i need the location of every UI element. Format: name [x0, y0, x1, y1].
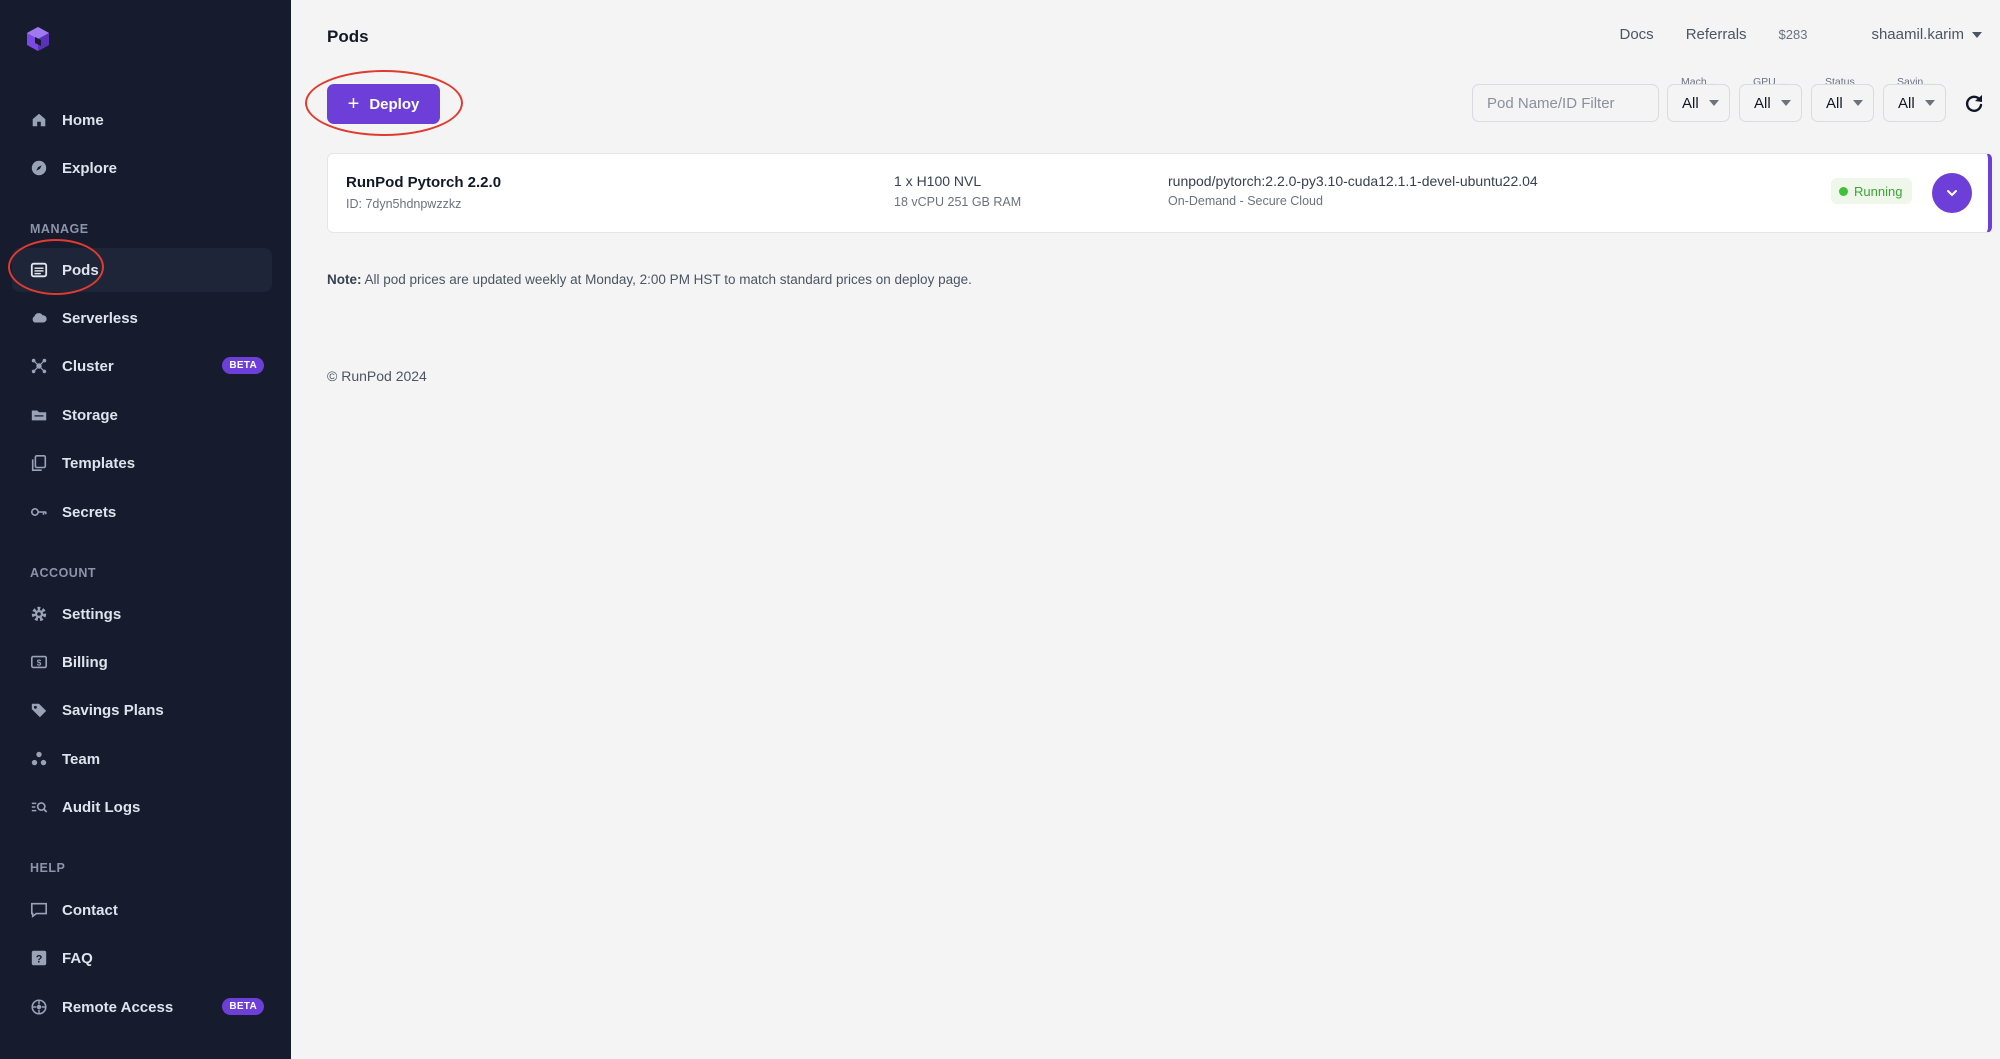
filter-gpu-select[interactable]: All [1739, 84, 1802, 122]
status-dot-icon [1839, 186, 1848, 196]
status-badge: Running [1831, 178, 1913, 204]
sidebar-item-label: FAQ [62, 949, 93, 967]
note-text: All pod prices are updated weekly at Mon… [361, 272, 972, 287]
refresh-icon[interactable] [1963, 92, 1985, 114]
pod-image: runpod/pytorch:2.2.0-py3.10-cuda12.1.1-d… [1168, 173, 1538, 189]
sidebar-item-home[interactable]: Home [12, 98, 272, 142]
cluster-icon [29, 356, 49, 376]
sidebar-item-label: Templates [62, 454, 136, 472]
plus-icon: + [347, 93, 360, 115]
filter-value: All [1754, 94, 1771, 112]
sidebar-item-remote-access[interactable]: Remote Access BETA [12, 985, 272, 1029]
sidebar-item-label: Billing [62, 653, 108, 671]
section-label-account: ACCOUNT [30, 566, 96, 580]
sidebar-item-label: Settings [62, 605, 122, 623]
filter-machine-select[interactable]: All [1667, 84, 1730, 122]
cloud-icon [29, 308, 49, 328]
sidebar-item-audit-logs[interactable]: Audit Logs [12, 785, 272, 829]
section-label-manage: MANAGE [30, 222, 89, 236]
copyright: © RunPod 2024 [327, 368, 427, 384]
sidebar-item-label: Home [62, 111, 104, 129]
pod-row[interactable]: RunPod Pytorch 2.2.0 ID: 7dyn5hdnpwzzkz … [327, 153, 1992, 233]
home-icon [29, 110, 49, 130]
top-links: Docs Referrals $283 shaamil.karim [1588, 26, 1982, 43]
sidebar-item-templates[interactable]: Templates [12, 441, 272, 485]
sidebar-item-label: Pods [62, 261, 99, 279]
storage-icon [29, 405, 49, 425]
chevron-down-icon [1924, 100, 1935, 106]
sidebar-item-contact[interactable]: Contact [12, 888, 272, 932]
svg-text:?: ? [36, 954, 43, 966]
sidebar: Home Explore MANAGE Pods Serverless Clus… [0, 0, 291, 1059]
chevron-down-icon [1972, 31, 1982, 38]
chevron-down-icon [1780, 100, 1791, 106]
filter-value: All [1682, 94, 1699, 112]
balance[interactable]: $283 [1779, 27, 1808, 42]
sidebar-item-label: Explore [62, 159, 118, 177]
username: shaamil.karim [1871, 26, 1964, 43]
pods-icon [29, 260, 49, 280]
pod-id: ID: 7dyn5hdnpwzzkz [346, 197, 462, 211]
chevron-down-icon [1947, 190, 1957, 196]
page-title: Pods [327, 27, 369, 46]
filter-status-select[interactable]: All [1811, 84, 1874, 122]
sidebar-item-faq[interactable]: ? FAQ [12, 936, 272, 980]
tag-icon [29, 700, 49, 720]
sidebar-item-secrets[interactable]: Secrets [12, 490, 272, 534]
sidebar-item-billing[interactable]: $ Billing [12, 640, 272, 684]
question-icon: ? [29, 948, 49, 968]
sidebar-item-explore[interactable]: Explore [12, 146, 272, 190]
sidebar-item-pods[interactable]: Pods [12, 248, 272, 292]
sidebar-item-label: Team [62, 750, 101, 768]
beta-badge: BETA [222, 998, 264, 1015]
audit-icon [29, 797, 49, 817]
pod-spec: 18 vCPU 251 GB RAM [894, 195, 1022, 209]
filter-value: All [1826, 94, 1843, 112]
sidebar-item-label: Remote Access [62, 998, 174, 1016]
sidebar-item-label: Savings Plans [62, 701, 164, 719]
chevron-down-icon [1708, 100, 1719, 106]
gear-icon [29, 604, 49, 624]
referrals-link[interactable]: Referrals [1686, 26, 1747, 43]
deploy-label: Deploy [369, 95, 420, 113]
expand-pod-button[interactable] [1932, 173, 1972, 213]
docs-link[interactable]: Docs [1620, 26, 1654, 43]
sidebar-item-cluster[interactable]: Cluster BETA [12, 344, 272, 388]
svg-text:$: $ [37, 659, 42, 668]
beta-badge: BETA [222, 357, 264, 374]
sidebar-item-serverless[interactable]: Serverless [12, 296, 272, 340]
billing-icon: $ [29, 652, 49, 672]
sidebar-item-label: Serverless [62, 309, 138, 327]
templates-icon [29, 453, 49, 473]
key-icon [29, 502, 49, 522]
sidebar-item-label: Storage [62, 406, 118, 424]
pod-cloud: On-Demand - Secure Cloud [1168, 194, 1323, 208]
team-icon [29, 749, 49, 769]
chevron-down-icon [1852, 100, 1863, 106]
deploy-button[interactable]: + Deploy [327, 84, 440, 124]
sidebar-item-settings[interactable]: Settings [12, 592, 272, 636]
filter-savings-select[interactable]: All [1883, 84, 1946, 122]
sidebar-item-label: Audit Logs [62, 798, 141, 816]
pod-name: RunPod Pytorch 2.2.0 [346, 174, 502, 191]
pod-filter-input[interactable] [1472, 84, 1659, 122]
runpod-logo-icon[interactable] [24, 25, 52, 53]
pod-gpu: 1 x H100 NVL [894, 173, 982, 189]
price-note: Note: All pod prices are updated weekly … [327, 272, 972, 287]
sidebar-item-label: Cluster [62, 357, 114, 375]
user-menu[interactable]: shaamil.karim [1839, 26, 1982, 43]
sidebar-item-label: Secrets [62, 503, 117, 521]
sidebar-item-team[interactable]: Team [12, 737, 272, 781]
status-text: Running [1854, 183, 1903, 199]
note-label: Note: [327, 272, 362, 287]
filter-value: All [1898, 94, 1915, 112]
compass-icon [29, 158, 49, 178]
sidebar-item-storage[interactable]: Storage [12, 393, 272, 437]
sidebar-item-savings-plans[interactable]: Savings Plans [12, 688, 272, 732]
sidebar-item-label: Contact [62, 901, 118, 919]
remote-icon [29, 997, 49, 1017]
chat-icon [29, 900, 49, 920]
section-label-help: HELP [30, 861, 66, 875]
